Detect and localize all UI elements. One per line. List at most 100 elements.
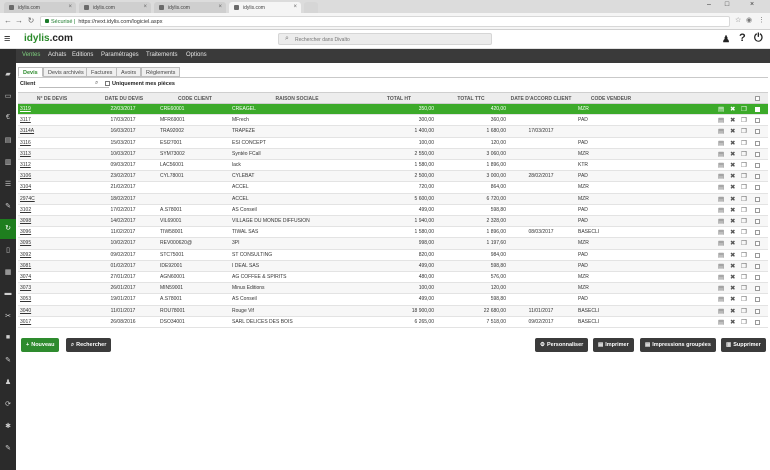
table-row[interactable]: 3098 14/02/2017 VIL69001 VILLAGE DU MONDE D… (18, 216, 768, 228)
copy-icon[interactable]: ❐ (741, 161, 747, 169)
copy-icon[interactable]: ❐ (741, 307, 747, 315)
col-header-num[interactable]: N° DE DEVIS (18, 96, 86, 102)
supprimer-button[interactable]: ▥ Supprimer (721, 338, 766, 352)
col-header-vendeur[interactable]: CODE VENDEUR (576, 96, 646, 102)
delete-icon[interactable]: ✖ (730, 183, 735, 191)
copy-icon[interactable]: ❐ (741, 105, 747, 113)
col-header-raison[interactable]: RAISON SOCIALE (232, 96, 362, 102)
maximize-icon[interactable]: □ (720, 1, 734, 8)
row-checkbox[interactable] (755, 219, 760, 224)
only-mine-checkbox[interactable] (105, 81, 110, 86)
menu-traitements[interactable]: Traitements (146, 52, 177, 58)
reload-icon[interactable]: ↻ (26, 16, 36, 25)
cell-num[interactable]: 3112 (20, 162, 86, 168)
copy-icon[interactable]: ❐ (741, 239, 747, 247)
delete-icon[interactable]: ✖ (730, 139, 735, 147)
table-row[interactable]: 3096 11/02/2017 TIW58001 TIWAL SAS 1 580,00 1… (18, 227, 768, 239)
logo[interactable]: idylis.com (24, 33, 73, 44)
rail-list-icon[interactable]: ☰ (0, 175, 16, 195)
delete-icon[interactable]: ✖ (730, 172, 735, 180)
tab-reglements[interactable]: Règlements (141, 67, 181, 77)
col-header-accord[interactable]: DATE D'ACCORD CLIENT (508, 96, 574, 102)
cell-num[interactable]: 3116 (20, 140, 86, 146)
row-checkbox[interactable] (755, 140, 760, 146)
browser-tab-active[interactable]: idylis.com × (229, 2, 301, 13)
cell-num[interactable]: 3096 (20, 229, 86, 235)
cell-num[interactable]: 3017 (20, 319, 86, 325)
row-checkbox[interactable] (755, 263, 760, 269)
rail-invoice-icon[interactable]: ▤ (0, 131, 16, 151)
menu-ventes[interactable]: Ventes (22, 52, 40, 58)
row-checkbox[interactable] (755, 230, 760, 236)
row-checkbox[interactable] (755, 174, 760, 180)
cell-num[interactable]: 3081 (20, 263, 86, 269)
doc-icon[interactable]: ▤ (718, 239, 724, 247)
browser-tab[interactable]: idylis.com × (154, 2, 226, 13)
tab-devis[interactable]: Devis (18, 67, 43, 77)
rail-users-icon[interactable]: ♟ (0, 373, 16, 393)
browser-menu-icon[interactable]: ⋮ (758, 16, 765, 24)
client-search-icon[interactable]: ⌕ (95, 80, 98, 87)
copy-icon[interactable]: ❐ (741, 183, 747, 191)
menu-options[interactable]: Options (186, 52, 207, 58)
row-checkbox[interactable] (755, 286, 760, 292)
rechercher-button[interactable]: ⌕ Rechercher (66, 338, 112, 352)
forward-icon[interactable]: → (14, 16, 24, 25)
row-checkbox[interactable] (755, 163, 760, 168)
doc-icon[interactable]: ▤ (718, 262, 724, 270)
doc-icon[interactable]: ▤ (718, 172, 724, 180)
rail-key-icon[interactable]: ✎ (0, 439, 16, 459)
nouveau-button[interactable]: + Nouveau (21, 338, 60, 352)
doc-icon[interactable]: ▤ (718, 217, 724, 225)
cell-num[interactable]: 3102 (20, 207, 86, 213)
delete-icon[interactable]: ✖ (730, 273, 735, 281)
table-row[interactable]: 3102 17/02/2017 A.S78001 AS Conseil 499,00 59… (18, 205, 768, 216)
table-row[interactable]: 3040 11/01/2017 ROU78001 Rouge Vif 18 900,00… (18, 305, 768, 317)
cell-num[interactable]: 3106 (20, 173, 86, 179)
table-row[interactable]: 3116 15/03/2017 ESI27001 ESI CONCEPT 100,00 1… (18, 138, 768, 149)
back-icon[interactable]: ← (3, 16, 13, 25)
table-row[interactable]: 2974C 18/02/2017 ACCEL 5 600,00 6 720,00 MZR ▤… (18, 193, 768, 205)
rail-phone-icon[interactable]: ▯ (0, 241, 16, 261)
rail-edit-icon[interactable]: ✎ (0, 351, 16, 371)
rail-folder-icon[interactable]: ▭ (0, 87, 16, 107)
delete-icon[interactable]: ✖ (730, 150, 735, 158)
rail-stock-icon[interactable]: ▦ (0, 263, 16, 283)
doc-icon[interactable]: ▤ (718, 127, 724, 135)
row-checkbox[interactable] (755, 275, 760, 280)
menu-achats[interactable]: Achats (48, 52, 66, 58)
delete-icon[interactable]: ✖ (730, 116, 735, 124)
row-checkbox[interactable] (755, 252, 760, 258)
table-row[interactable]: 3119 22/03/2017 CRE60001 CREAGEL 350,00 420,0… (18, 104, 768, 116)
close-tab-icon[interactable]: × (218, 4, 222, 10)
cell-num[interactable]: 3098 (20, 218, 86, 224)
table-row[interactable]: 3104 21/02/2017 ACCEL 720,00 864,00 MZR ▤ ✖ ❐ (18, 182, 768, 194)
window-close-icon[interactable]: × (745, 1, 759, 8)
doc-icon[interactable]: ▤ (718, 295, 724, 303)
search-input[interactable] (295, 35, 485, 44)
copy-icon[interactable]: ❐ (741, 228, 747, 236)
rail-car-icon[interactable]: ▬ (0, 285, 16, 305)
doc-icon[interactable]: ▤ (718, 284, 724, 292)
cell-num[interactable]: 3074 (20, 274, 86, 280)
personnaliser-button[interactable]: ⚙ Personnaliser (535, 338, 589, 352)
tab-devis-archives[interactable]: Devis archivés (43, 67, 89, 77)
rail-sync-icon[interactable]: ⟳ (0, 395, 16, 415)
copy-icon[interactable]: ❐ (741, 295, 747, 303)
col-header-ttc[interactable]: TOTAL TTC (436, 96, 506, 102)
row-checkbox[interactable] (755, 319, 760, 325)
copy-icon[interactable]: ❐ (741, 139, 747, 147)
table-row[interactable]: 3074 27/01/2017 AGN60001 AG COFFEE & SPIRIT… (18, 272, 768, 284)
rail-euro-icon[interactable]: € (0, 109, 16, 129)
tab-avoirs[interactable]: Avoirs (116, 67, 142, 77)
delete-icon[interactable]: ✖ (730, 228, 735, 236)
delete-icon[interactable]: ✖ (730, 217, 735, 225)
delete-icon[interactable]: ✖ (730, 307, 735, 315)
browser-tab[interactable]: idylis.com × (79, 2, 151, 13)
table-row[interactable]: 3081 01/02/2017 IDE92001 I DEAL SAS 499,00 59… (18, 260, 768, 272)
cell-num[interactable]: 3113 (20, 151, 86, 157)
row-checkbox[interactable] (755, 107, 760, 112)
close-tab-icon[interactable]: × (143, 4, 147, 10)
table-row[interactable]: 3112 09/03/2017 LAC56001 lack 1 580,00 1 896,… (18, 160, 768, 172)
copy-icon[interactable]: ❐ (741, 251, 747, 259)
